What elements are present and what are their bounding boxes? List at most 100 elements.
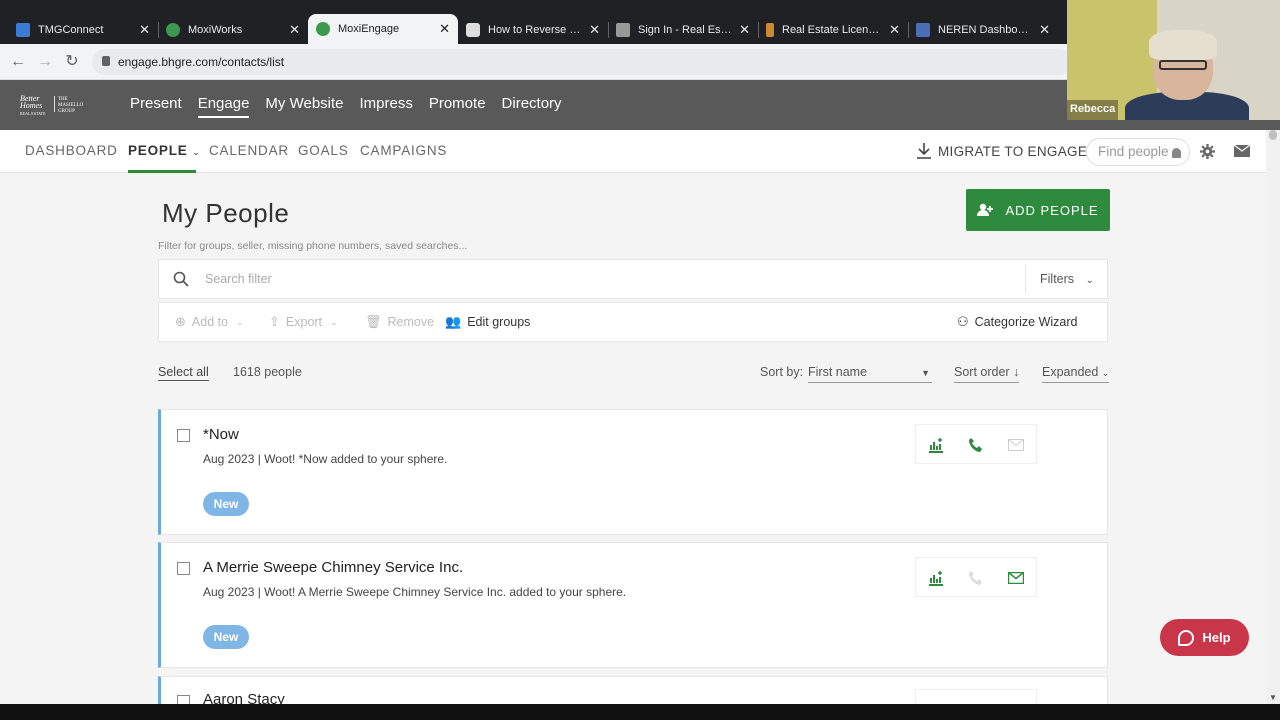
find-people-input[interactable]: Find people xyxy=(1086,138,1190,166)
browser-tab[interactable]: Real Estate Licensing ✕ xyxy=(758,16,908,44)
nav-promote[interactable]: Promote xyxy=(429,95,486,118)
plus-circle-icon: ⊕ xyxy=(175,314,186,329)
subnav-campaigns[interactable]: CAMPAIGNS xyxy=(360,143,447,158)
page-subtitle: Filter for groups, seller, missing phone… xyxy=(158,240,468,252)
call-button[interactable] xyxy=(956,558,996,598)
log-activity-button[interactable] xyxy=(916,425,956,465)
search-placeholder: Search filter xyxy=(205,272,272,286)
contact-card[interactable]: *Now Aug 2023 | Woot! *Now added to your… xyxy=(158,409,1108,535)
url-field[interactable]: engage.bhgre.com/contacts/list xyxy=(92,49,1072,75)
nav-present[interactable]: Present xyxy=(130,95,182,118)
browser-tab[interactable]: Sign In - Real Estate ✕ xyxy=(608,16,758,44)
contact-card[interactable]: A Merrie Sweepe Chimney Service Inc. Aug… xyxy=(158,542,1108,668)
people-count: 1618 people xyxy=(233,365,302,379)
bottom-bar xyxy=(0,704,1280,720)
email-button[interactable] xyxy=(996,558,1036,598)
neren-favicon-icon xyxy=(916,23,930,37)
moxiengage-favicon-icon xyxy=(316,22,330,36)
sort-order-dropdown[interactable]: Sort order ↓ xyxy=(954,365,1020,383)
contact-checkbox[interactable] xyxy=(177,429,190,442)
chart-plus-icon xyxy=(929,571,943,586)
scroll-down-arrow-icon[interactable]: ▼ xyxy=(1269,693,1277,702)
close-tab-icon[interactable]: ✕ xyxy=(139,22,150,38)
wizard-icon: ⚇ xyxy=(957,314,969,329)
migrate-to-engage-link[interactable]: MIGRATE TO ENGAGE xyxy=(916,142,1087,160)
remove-button[interactable]: 🗑 Remove xyxy=(365,314,434,330)
status-badge: New xyxy=(203,625,249,649)
status-badge: New xyxy=(203,492,249,516)
contact-name[interactable]: *Now xyxy=(203,426,239,443)
page-favicon-icon xyxy=(616,23,630,37)
sort-by-select[interactable]: First name ▼ xyxy=(808,365,932,383)
add-to-button[interactable]: ⊕ Add to ⌄ xyxy=(175,314,244,330)
trash-icon: 🗑 xyxy=(365,314,382,329)
contact-checkbox[interactable] xyxy=(177,562,190,575)
brand-logo[interactable]: Better Homes REAL ESTATE THE MASIELLO GR… xyxy=(20,94,90,116)
phone-icon xyxy=(969,571,982,585)
nav-my-website[interactable]: My Website xyxy=(265,95,343,118)
close-tab-icon[interactable]: ✕ xyxy=(1039,22,1050,38)
filters-dropdown[interactable]: Filters ⌄ xyxy=(1025,264,1103,294)
phone-icon xyxy=(969,438,982,452)
contact-name[interactable]: A Merrie Sweepe Chimney Service Inc. xyxy=(203,559,463,576)
tab-title: TMGConnect xyxy=(38,24,104,36)
categorize-wizard-button[interactable]: ⚇ Categorize Wizard xyxy=(957,314,1077,330)
close-tab-icon[interactable]: ✕ xyxy=(739,22,750,38)
close-tab-icon[interactable]: ✕ xyxy=(289,22,300,38)
browser-tab-active[interactable]: MoxiEngage ✕ xyxy=(308,14,458,44)
mail-icon[interactable] xyxy=(1234,145,1250,157)
call-button[interactable] xyxy=(956,425,996,465)
nav-impress[interactable]: Impress xyxy=(360,95,413,118)
export-icon: ⇪ xyxy=(269,314,280,329)
add-to-label: Add to xyxy=(191,315,229,329)
back-arrow-icon[interactable]: ← xyxy=(8,52,28,72)
sub-nav: DASHBOARD PEOPLE ⌄ CALENDAR GOALS CAMPAI… xyxy=(0,130,1266,173)
scrollbar-thumb[interactable] xyxy=(1269,130,1277,140)
tab-title: MoxiEngage xyxy=(338,23,400,35)
nav-directory[interactable]: Directory xyxy=(502,95,562,118)
reload-icon[interactable]: ↻ xyxy=(62,52,82,72)
subnav-dashboard[interactable]: DASHBOARD xyxy=(25,143,118,158)
select-all-link[interactable]: Select all xyxy=(158,365,209,381)
edit-groups-button[interactable]: 👥 Edit groups xyxy=(445,314,530,330)
close-tab-icon[interactable]: ✕ xyxy=(589,22,600,38)
subnav-goals[interactable]: GOALS xyxy=(298,143,349,158)
remove-label: Remove xyxy=(387,315,435,329)
nav-engage[interactable]: Engage xyxy=(197,95,250,118)
view-mode-dropdown[interactable]: Expanded ⌄ xyxy=(1042,365,1110,383)
browser-tab[interactable]: TMGConnect ✕ xyxy=(8,16,158,44)
export-button[interactable]: ⇪ Export ⌄ xyxy=(269,314,338,330)
tab-title: NEREN Dashboard xyxy=(938,24,1034,36)
log-activity-button[interactable] xyxy=(916,558,956,598)
subnav-calendar[interactable]: CALENDAR xyxy=(209,143,289,158)
main-nav: Present Engage My Website Impress Promot… xyxy=(130,95,578,118)
email-button[interactable] xyxy=(996,425,1036,465)
forward-arrow-icon[interactable]: → xyxy=(35,52,55,72)
subnav-people[interactable]: PEOPLE ⌄ xyxy=(128,143,200,158)
help-button[interactable]: Help xyxy=(1160,619,1249,656)
export-label: Export xyxy=(285,315,323,329)
tab-title: How to Reverse your xyxy=(488,24,584,36)
arrow-down-icon: ↓ xyxy=(1013,365,1020,379)
close-tab-icon[interactable]: ✕ xyxy=(439,21,450,37)
categorize-label: Categorize Wizard xyxy=(974,315,1078,329)
logo-text: GROUP xyxy=(58,109,75,114)
search-filter-input[interactable]: Search filter Filters ⌄ xyxy=(158,259,1108,299)
browser-tab[interactable]: NEREN Dashboard ✕ xyxy=(908,16,1058,44)
chat-bubble-icon xyxy=(1178,629,1195,646)
chevron-down-icon: ⌄ xyxy=(1101,368,1110,378)
add-people-button[interactable]: ADD PEOPLE xyxy=(966,189,1110,231)
gear-icon[interactable] xyxy=(1200,144,1215,159)
sort-by-value: First name xyxy=(808,365,868,379)
logo-divider xyxy=(54,96,55,112)
page-scrollbar[interactable]: ▼ xyxy=(1266,130,1280,704)
filters-label: Filters xyxy=(1040,272,1075,286)
lock-icon xyxy=(102,56,110,66)
close-tab-icon[interactable]: ✕ xyxy=(889,22,900,38)
page-favicon-icon xyxy=(766,23,774,37)
group-icon: 👥 xyxy=(445,314,462,329)
migrate-label: MIGRATE TO ENGAGE xyxy=(938,143,1088,159)
browser-tab[interactable]: MoxiWorks ✕ xyxy=(158,16,308,44)
browser-tab[interactable]: How to Reverse your ✕ xyxy=(458,16,608,44)
help-label: Help xyxy=(1202,630,1231,645)
